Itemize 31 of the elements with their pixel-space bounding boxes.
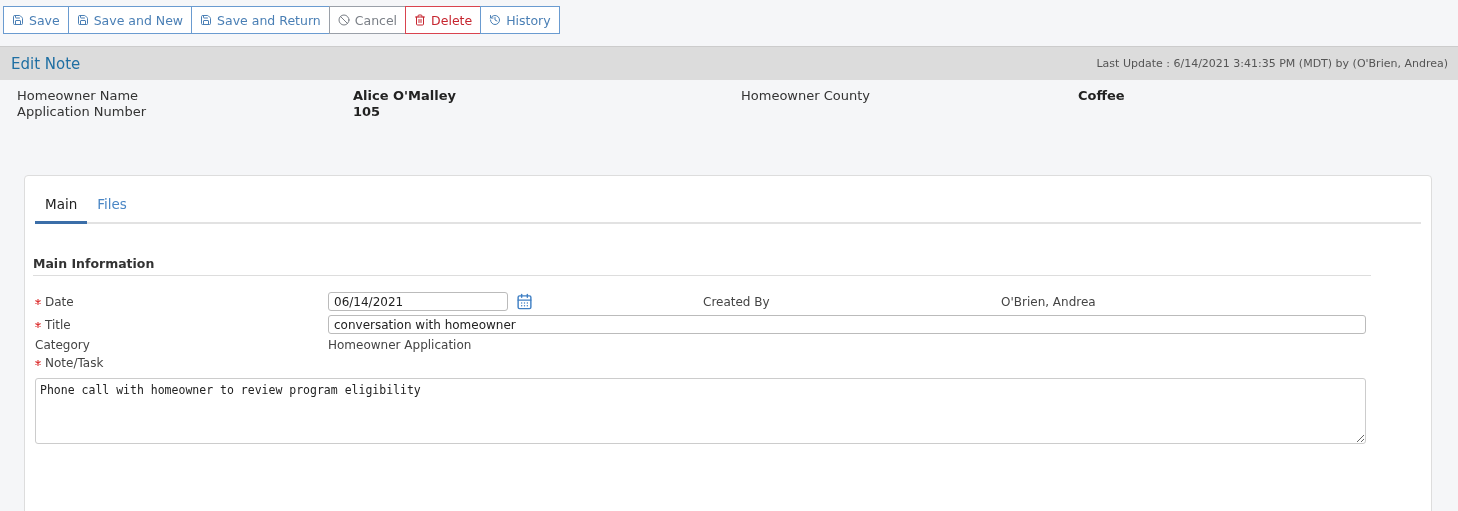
field-label: Category — [35, 338, 90, 352]
title-field[interactable]: conversation with homeowner — [328, 315, 1366, 334]
section-title: Main Information — [33, 256, 1371, 276]
history-icon — [489, 14, 502, 26]
summary-value: 105 — [353, 104, 382, 119]
field-label: Note/Task — [45, 356, 104, 370]
page-title: Edit Note — [11, 54, 81, 73]
field-value: Homeowner Application — [328, 338, 473, 352]
save-button[interactable]: Save — [3, 6, 69, 34]
field-label: Title — [45, 317, 71, 332]
summary-label: Homeowner County — [741, 88, 871, 103]
date-field[interactable]: 06/14/2021 — [328, 292, 508, 311]
history-button[interactable]: History — [480, 6, 560, 34]
field-value: O'Brien, Andrea — [1001, 294, 1097, 309]
summary-label: Application Number — [17, 104, 147, 119]
note-field[interactable]: Phone call with homeowner to review program eligibility — [35, 378, 1366, 444]
field-label: Created By — [703, 294, 770, 309]
last-update-text: Last Update : 6/14/2021 3:41:35 PM (MDT) by (O'Brien, Andrea) — [1096, 57, 1448, 70]
save-button[interactable]: Save and Return — [191, 6, 330, 34]
ban-icon — [337, 14, 350, 26]
tab[interactable]: Main — [35, 186, 88, 224]
cancel-button[interactable]: Cancel — [328, 6, 407, 34]
summary-value: Coffee — [1078, 88, 1126, 103]
delete-button[interactable]: Delete — [405, 6, 482, 34]
save-button[interactable]: Save and New — [67, 6, 193, 34]
summary-value: Alice O'Malley — [353, 88, 457, 103]
trash-icon — [414, 14, 427, 26]
field-label: Date — [45, 294, 74, 309]
tab[interactable]: Files — [87, 186, 137, 224]
summary-label: Homeowner Name — [17, 88, 140, 103]
calendar-icon[interactable] — [516, 293, 533, 310]
